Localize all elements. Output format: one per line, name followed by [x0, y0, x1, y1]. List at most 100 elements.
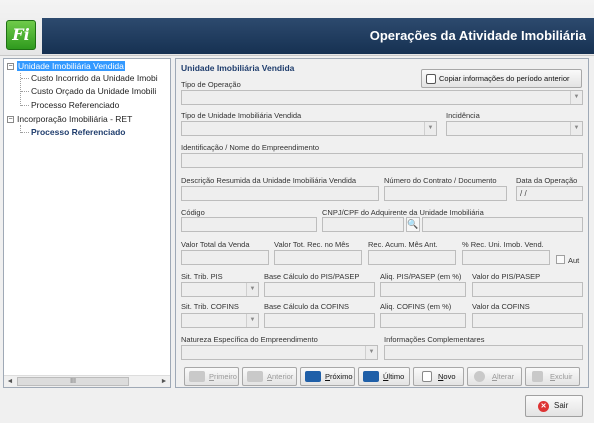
- tree-item-label: Processo Referenciado: [31, 100, 120, 110]
- base-cofins-label: Base Cálculo da COFINS: [264, 302, 350, 311]
- tipo-unidade-label: Tipo de Unidade Imobiliária Vendida: [181, 111, 302, 120]
- sit-cofins-label: Sit. Trib. COFINS: [181, 302, 239, 311]
- new-document-icon: [422, 371, 432, 382]
- valor-tot-rec-input[interactable]: [274, 250, 362, 265]
- next-button-label: Próximo: [325, 372, 353, 381]
- delete-button[interactable]: Excluir: [525, 367, 580, 386]
- new-button[interactable]: Novo: [413, 367, 464, 386]
- title-bar: Fi Operações da Atividade Imobiliária: [0, 0, 594, 56]
- chevron-down-icon: ▼: [570, 91, 582, 104]
- natureza-select[interactable]: ▼: [181, 345, 378, 360]
- chevron-down-icon: ▼: [365, 346, 377, 359]
- perc-rec-input[interactable]: [462, 250, 550, 265]
- horizontal-scrollbar[interactable]: ◄ III ►: [4, 375, 170, 387]
- next-button[interactable]: Próximo: [300, 367, 355, 386]
- scroll-right-icon[interactable]: ►: [158, 376, 170, 387]
- form-panel: Unidade Imobiliária Vendida Copiar infor…: [175, 58, 589, 388]
- sit-pis-label: Sit. Trib. PIS: [181, 272, 223, 281]
- descricao-input[interactable]: [181, 186, 379, 201]
- first-record-icon: [189, 371, 205, 382]
- rec-acum-input[interactable]: [368, 250, 456, 265]
- sit-pis-select[interactable]: ▼: [181, 282, 259, 297]
- data-operacao-input[interactable]: / /: [516, 186, 583, 201]
- adquirente-name-input[interactable]: [422, 217, 583, 232]
- scroll-thumb[interactable]: III: [17, 377, 129, 386]
- tipo-operacao-select[interactable]: ▼: [181, 90, 583, 105]
- identificacao-label: Identificação / Nome do Empreendimento: [181, 143, 319, 152]
- valor-cofins-input[interactable]: [472, 313, 583, 328]
- tree-item-incorporacao-ret[interactable]: Incorporação Imobiliária - RET: [17, 114, 132, 125]
- tree-guide-line: [21, 132, 29, 133]
- tree-guide-line: [21, 91, 29, 92]
- previous-button-label: Anterior: [267, 372, 294, 381]
- numero-contrato-label: Número do Contrato / Documento: [384, 176, 497, 185]
- tree-item-label: Custo Orçado da Unidade Imobili: [31, 86, 157, 96]
- edit-icon: [474, 371, 485, 382]
- tree-item-unidade-vendida[interactable]: Unidade Imobiliária Vendida: [17, 61, 125, 72]
- valor-pis-input[interactable]: [472, 282, 583, 297]
- valor-pis-label: Valor do PIS/PASEP: [472, 272, 541, 281]
- tree-item-label: Custo Incorrido da Unidade Imobi: [31, 73, 158, 83]
- last-button-label: Último: [383, 372, 405, 381]
- valor-tot-rec-label: Valor Tot. Rec. no Mês: [274, 240, 350, 249]
- page-title: Operações da Atividade Imobiliária: [369, 28, 586, 43]
- first-button[interactable]: Primeiro: [184, 367, 239, 386]
- tree-guide-line: [21, 78, 29, 79]
- valor-cofins-label: Valor da COFINS: [472, 302, 530, 311]
- aliq-cofins-label: Aliq. COFINS (em %): [380, 302, 452, 311]
- exit-button-label: Sair: [554, 401, 569, 410]
- footer-bar: ✕ Sair: [0, 390, 594, 423]
- new-button-label: Novo: [438, 372, 456, 381]
- cnpj-input[interactable]: [322, 217, 404, 232]
- tree-item-label: Incorporação Imobiliária - RET: [17, 114, 133, 124]
- codigo-input[interactable]: [181, 217, 317, 232]
- close-icon: ✕: [538, 401, 549, 412]
- identificacao-input[interactable]: [181, 153, 583, 168]
- base-cofins-input[interactable]: [264, 313, 375, 328]
- search-icon[interactable]: 🔍: [406, 217, 420, 232]
- exit-button[interactable]: ✕ Sair: [525, 395, 583, 417]
- collapse-icon[interactable]: −: [7, 116, 14, 123]
- tipo-unidade-select[interactable]: ▼: [181, 121, 437, 136]
- tree-item-processo-referenciado-ret[interactable]: Processo Referenciado: [31, 127, 125, 138]
- numero-contrato-input[interactable]: [384, 186, 507, 201]
- edit-button-label: Alterar: [492, 372, 515, 381]
- rec-acum-label: Rec. Acum. Mês Ant.: [368, 240, 438, 249]
- aliq-pis-label: Aliq. PIS/PASEP (em %): [380, 272, 462, 281]
- tree-item-custo-incorrido[interactable]: Custo Incorrido da Unidade Imobi: [31, 73, 158, 84]
- base-pis-input[interactable]: [264, 282, 375, 297]
- last-record-icon: [363, 371, 379, 382]
- aut-label: Aut: [568, 256, 580, 265]
- tipo-operacao-label: Tipo de Operação: [181, 80, 241, 89]
- descricao-label: Descrição Resumida da Unidade Imobiliári…: [181, 176, 357, 185]
- first-button-label: Primeiro: [209, 372, 237, 381]
- next-record-icon: [305, 371, 321, 382]
- perc-rec-label: % Rec. Uni. Imob. Vend.: [462, 240, 544, 249]
- info-compl-label: Informações Complementares: [384, 335, 485, 344]
- aliq-cofins-input[interactable]: [380, 313, 466, 328]
- codigo-label: Código: [181, 208, 205, 217]
- previous-button[interactable]: Anterior: [242, 367, 297, 386]
- chevron-down-icon: ▼: [570, 122, 582, 135]
- info-compl-input[interactable]: [384, 345, 583, 360]
- incidencia-select[interactable]: ▼: [446, 121, 583, 136]
- copy-button-label: Copiar informações do período anterior: [439, 74, 570, 83]
- last-button[interactable]: Último: [358, 367, 410, 386]
- natureza-label: Natureza Específica do Empreendimento: [181, 335, 318, 344]
- scroll-left-icon[interactable]: ◄: [4, 376, 16, 387]
- tree-item-custo-orcado[interactable]: Custo Orçado da Unidade Imobili: [31, 86, 156, 97]
- edit-button[interactable]: Alterar: [467, 367, 522, 386]
- app-logo-icon: Fi: [6, 20, 36, 50]
- tree-item-processo-referenciado[interactable]: Processo Referenciado: [31, 100, 119, 111]
- tree-item-label: Processo Referenciado: [31, 127, 126, 137]
- previous-record-icon: [247, 371, 263, 382]
- chevron-down-icon: ▼: [424, 122, 436, 135]
- collapse-icon[interactable]: −: [7, 63, 14, 70]
- base-pis-label: Base Cálculo do PIS/PASEP: [264, 272, 360, 281]
- sit-cofins-select[interactable]: ▼: [181, 313, 259, 328]
- valor-total-input[interactable]: [181, 250, 269, 265]
- valor-total-label: Valor Total da Venda: [181, 240, 250, 249]
- copy-previous-period-button[interactable]: Copiar informações do período anterior: [421, 69, 582, 88]
- aliq-pis-input[interactable]: [380, 282, 466, 297]
- aut-checkbox[interactable]: [556, 255, 565, 264]
